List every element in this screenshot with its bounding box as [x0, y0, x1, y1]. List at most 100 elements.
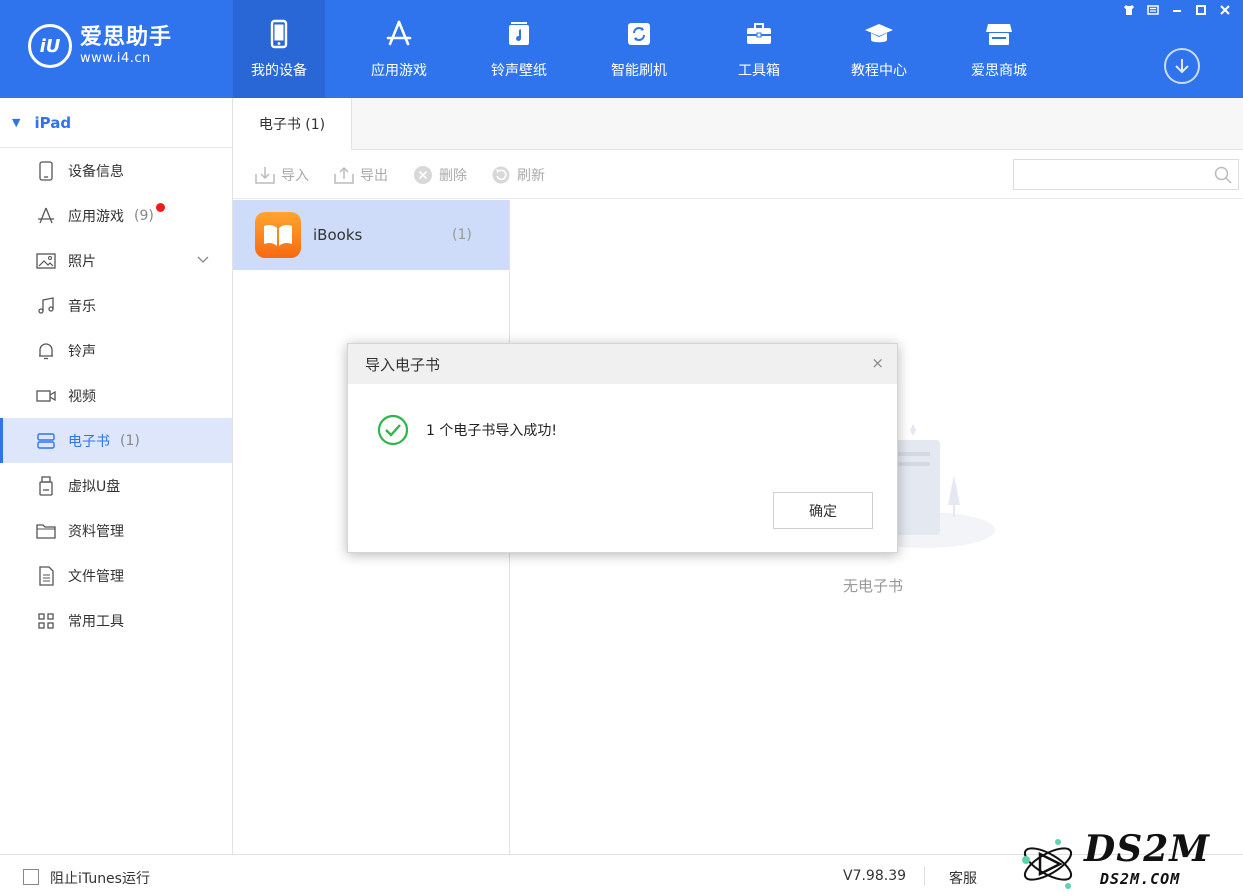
maximize-button[interactable]: [1189, 1, 1213, 19]
device-header[interactable]: ▼ iPad: [0, 98, 232, 148]
search-input[interactable]: [1014, 160, 1204, 189]
nav-label: 我的设备: [251, 63, 307, 79]
nav-label: 应用游戏: [371, 63, 427, 79]
list-item-name: iBooks: [313, 226, 363, 244]
grid-icon: [36, 611, 56, 631]
dialog-message: 1 个电子书导入成功!: [426, 423, 557, 439]
ibooks-icon: [255, 212, 301, 258]
customer-service-link[interactable]: 客服: [949, 868, 977, 888]
maximize-icon: [1196, 5, 1206, 15]
nav-label: 教程中心: [851, 63, 907, 79]
sidebar-item-apps[interactable]: 应用游戏 (9): [0, 193, 232, 238]
success-check-icon: [377, 414, 409, 446]
main-nav: 我的设备 应用游戏 铃声壁纸 智能刷机 工具箱 教程中心 爱思商城: [233, 0, 1073, 98]
refresh-icon: [492, 166, 510, 184]
divider: [924, 866, 925, 886]
sidebar-item-count: (1): [120, 432, 140, 449]
photo-icon: [36, 251, 56, 271]
dialog-body: 1 个电子书导入成功!: [377, 414, 557, 446]
sidebar-item-label: 资料管理: [68, 523, 124, 540]
block-itunes-checkbox[interactable]: [23, 869, 39, 885]
search-icon[interactable]: [1214, 166, 1232, 188]
sidebar-item-video[interactable]: 视频: [0, 373, 232, 418]
download-arrow-icon: [1175, 59, 1189, 74]
sidebar-item-label: 音乐: [68, 298, 96, 315]
app-store-icon: [386, 20, 412, 46]
shirt-icon: [1124, 5, 1134, 15]
sidebar-item-data-manage[interactable]: 资料管理: [0, 508, 232, 553]
tab-ebooks[interactable]: 电子书 (1): [233, 98, 352, 151]
import-ebook-dialog: 导入电子书 × 1 个电子书导入成功! 确定: [347, 343, 898, 553]
empty-state-text: 无电子书: [843, 577, 904, 595]
sidebar-item-file-manage[interactable]: 文件管理: [0, 553, 232, 598]
skin-button[interactable]: [1117, 1, 1141, 19]
nav-label: 智能刷机: [611, 63, 667, 79]
version-label: V7.98.39: [843, 868, 907, 884]
atom-logo-icon: [1022, 839, 1073, 889]
delete-label: 删除: [439, 168, 467, 184]
nav-my-device[interactable]: 我的设备: [233, 0, 325, 98]
import-label: 导入: [281, 168, 309, 184]
close-window-button[interactable]: [1213, 1, 1237, 19]
sidebar-item-music[interactable]: 音乐: [0, 283, 232, 328]
list-item[interactable]: iBooks (1): [233, 200, 509, 270]
nav-tutorials[interactable]: 教程中心: [833, 0, 925, 98]
bell-icon: [36, 341, 56, 361]
nav-ringtones[interactable]: 铃声壁纸: [473, 0, 565, 98]
sidebar-item-label: 电子书: [68, 433, 110, 450]
watermark: DS2M DS2M.COM: [1018, 828, 1243, 896]
toolbar: 导入 导出 删除 刷新: [233, 151, 1243, 199]
export-button[interactable]: 导出: [334, 165, 388, 185]
sidebar-item-label: 照片: [68, 253, 96, 270]
minimize-icon: [1173, 10, 1181, 12]
nav-label: 爱思商城: [971, 63, 1027, 79]
tab-bar: 电子书 (1): [233, 98, 1243, 151]
menu-button[interactable]: [1141, 1, 1165, 19]
sidebar-item-photos[interactable]: 照片: [0, 238, 232, 283]
refresh-button[interactable]: 刷新: [491, 165, 545, 185]
export-icon: [334, 166, 354, 184]
sidebar-item-device-info[interactable]: 设备信息: [0, 148, 232, 193]
download-button[interactable]: [1164, 48, 1200, 84]
dialog-title: 导入电子书: [365, 355, 441, 374]
nav-label: 工具箱: [738, 63, 780, 79]
search-box: [1013, 159, 1239, 190]
usb-icon: [36, 475, 56, 496]
notification-badge: [156, 203, 165, 212]
flash-icon: [628, 23, 650, 45]
nav-flash[interactable]: 智能刷机: [593, 0, 685, 98]
sidebar-item-tools[interactable]: 常用工具: [0, 598, 232, 643]
list-item-count: (1): [452, 227, 472, 243]
sidebar-item-label: 应用游戏: [68, 208, 124, 225]
ringtone-icon: [509, 22, 529, 45]
block-itunes-label: 阻止iTunes运行: [50, 871, 150, 887]
sidebar-item-label: 铃声: [68, 343, 96, 360]
menu-icon: [1147, 5, 1159, 15]
triangle-down-icon: ▼: [12, 116, 21, 129]
file-icon: [36, 565, 56, 586]
close-icon[interactable]: ×: [871, 354, 884, 372]
export-label: 导出: [360, 168, 388, 184]
nav-apps[interactable]: 应用游戏: [353, 0, 445, 98]
nav-store[interactable]: 爱思商城: [953, 0, 1045, 98]
chevron-down-icon[interactable]: [196, 252, 210, 270]
delete-button[interactable]: 删除: [413, 165, 467, 185]
minimize-button[interactable]: [1165, 1, 1189, 19]
import-button[interactable]: 导入: [255, 165, 309, 185]
ok-button[interactable]: 确定: [773, 492, 873, 529]
toolbox-icon: [747, 23, 771, 44]
logo-mark: iU: [28, 24, 72, 68]
store-icon: [986, 24, 1012, 45]
book-icon: [36, 431, 56, 451]
watermark-sub-text: DS2M.COM: [1100, 870, 1181, 888]
window-controls: [1117, 1, 1237, 19]
nav-toolbox[interactable]: 工具箱: [713, 0, 805, 98]
import-icon: [255, 167, 275, 184]
sidebar-item-virtual-usb[interactable]: 虚拟U盘: [0, 463, 232, 508]
refresh-label: 刷新: [517, 168, 545, 184]
app-logo: iU 爱思助手 www.i4.cn: [28, 24, 172, 68]
sidebar-item-ringtones[interactable]: 铃声: [0, 328, 232, 373]
watermark-main-text: DS2M: [1084, 828, 1211, 870]
sidebar-item-ebooks[interactable]: 电子书 (1): [0, 418, 232, 463]
sidebar-item-label: 视频: [68, 388, 96, 405]
